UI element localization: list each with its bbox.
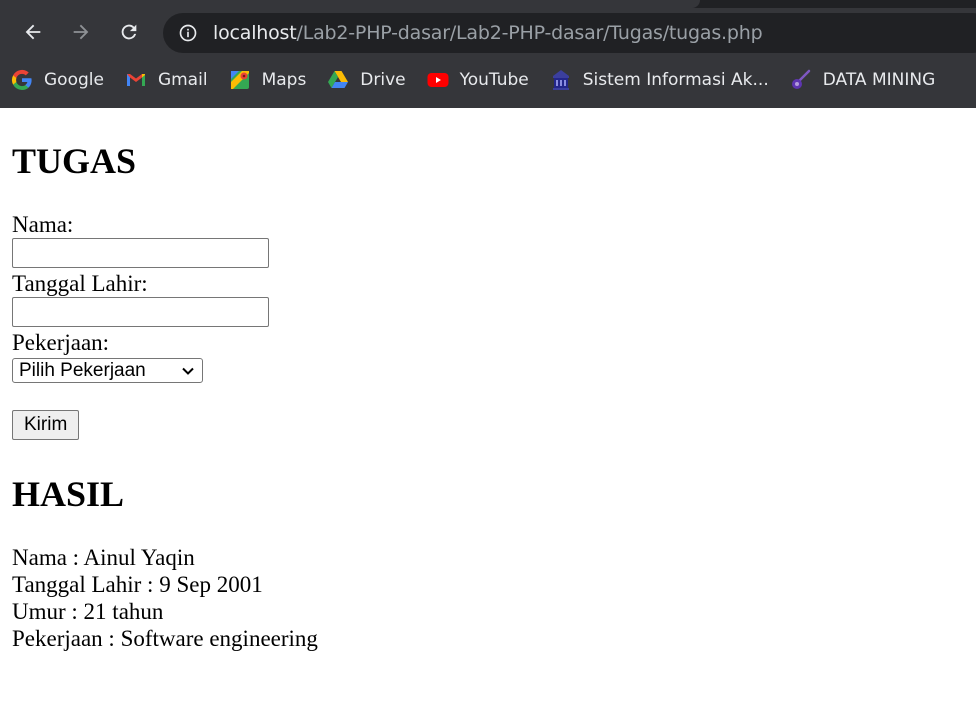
url-host: localhost <box>213 22 297 44</box>
arrow-right-icon <box>73 24 89 40</box>
maps-icon <box>228 68 252 92</box>
google-icon <box>10 68 34 92</box>
tab-strip <box>0 0 976 8</box>
nama-input[interactable] <box>12 238 269 268</box>
active-tab[interactable] <box>0 0 700 8</box>
form-title: TUGAS <box>12 141 137 181</box>
pekerjaan-label: Pekerjaan: <box>12 330 110 355</box>
pekerjaan-select[interactable]: Pilih Pekerjaan <box>12 358 203 383</box>
bookmark-gmail[interactable]: Gmail <box>114 64 218 96</box>
result-tanggal-lahir: Tanggal Lahir : 9 Sep 2001 <box>12 572 263 597</box>
bookmark-sistem-informasi[interactable]: Sistem Informasi Ak... <box>539 64 779 96</box>
forward-button[interactable] <box>65 16 97 48</box>
gmail-icon <box>124 68 148 92</box>
bookmarks-bar: Google Gmail Maps Drive YouTube Sistem I… <box>0 62 976 98</box>
youtube-icon <box>426 68 450 92</box>
bookmark-label: DATA MINING <box>822 70 936 90</box>
back-button[interactable] <box>17 16 49 48</box>
result-umur: Umur : 21 tahun <box>12 599 164 624</box>
arrow-left-icon <box>25 24 41 40</box>
result-pekerjaan: Pekerjaan : Software engineering <box>12 626 318 651</box>
bookmark-label: Sistem Informasi Ak... <box>582 70 769 90</box>
bookmark-label: Google <box>44 70 104 90</box>
reload-icon <box>121 24 137 40</box>
url-path: /Lab2-PHP-dasar/Lab2-PHP-dasar/Tugas/tug… <box>296 22 763 44</box>
tanggal-lahir-label: Tanggal Lahir: <box>12 271 148 296</box>
url-text[interactable]: localhost/Lab2-PHP-dasar/Lab2-PHP-dasar/… <box>213 22 763 44</box>
bookmark-label: Maps <box>261 70 307 90</box>
pekerjaan-selected-value: Pilih Pekerjaan <box>19 360 146 381</box>
bookmark-label: Drive <box>360 70 406 90</box>
site-info-icon[interactable] <box>177 22 199 44</box>
data-mining-icon <box>789 68 813 92</box>
kirim-button[interactable]: Kirim <box>12 410 80 440</box>
chevron-down-icon <box>182 367 194 375</box>
bookmark-label: YouTube <box>459 70 529 90</box>
bookmark-data-mining[interactable]: DATA MINING <box>779 64 946 96</box>
nama-label: Nama: <box>12 212 74 237</box>
tanggal-lahir-input[interactable] <box>12 297 269 327</box>
result-nama: Nama : Ainul Yaqin <box>12 545 195 570</box>
bookmark-youtube[interactable]: YouTube <box>416 64 539 96</box>
address-bar[interactable]: localhost/Lab2-PHP-dasar/Lab2-PHP-dasar/… <box>163 13 976 53</box>
bookmark-drive[interactable]: Drive <box>316 64 415 96</box>
result-title: HASIL <box>12 474 125 514</box>
reload-button[interactable] <box>113 16 145 48</box>
browser-toolbar: localhost/Lab2-PHP-dasar/Lab2-PHP-dasar/… <box>0 0 976 108</box>
university-icon <box>549 68 573 92</box>
drive-icon <box>326 68 350 92</box>
bookmark-google[interactable]: Google <box>0 64 114 96</box>
bookmark-label: Gmail <box>157 70 208 90</box>
bookmark-maps[interactable]: Maps <box>218 64 317 96</box>
